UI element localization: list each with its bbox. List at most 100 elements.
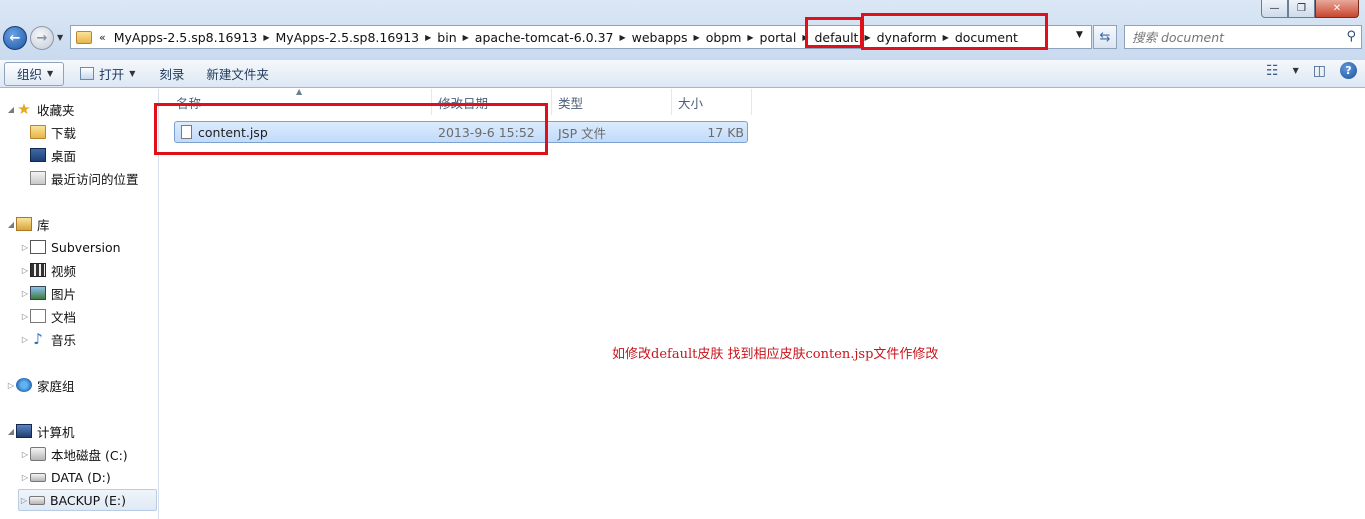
overflow-chevron-icon[interactable]: « — [96, 31, 109, 44]
sidebar-item-label: 视频 — [51, 263, 77, 279]
refresh-button[interactable]: ⇆ — [1093, 25, 1117, 49]
minimize-button[interactable]: — — [1261, 0, 1288, 18]
expand-arrow-icon[interactable]: ▷ — [19, 496, 29, 505]
command-bar: 组织 ▼ 打开 ▼ 刻录 新建文件夹 ☷ ▼ ◫ ? — [0, 60, 1365, 88]
breadcrumb-separator-icon[interactable]: ▶ — [424, 33, 432, 42]
sidebar-item-libraries[interactable]: ◢ 库 — [6, 213, 50, 235]
collapse-arrow-icon[interactable]: ◢ — [6, 105, 16, 114]
video-icon — [30, 263, 46, 277]
sidebar-item-label: BACKUP (E:) — [50, 492, 127, 508]
back-button[interactable]: ← — [3, 26, 27, 50]
sidebar-item-music[interactable]: ▷ ♪ 音乐 — [20, 328, 76, 350]
view-options-icon[interactable]: ☷ — [1266, 63, 1279, 79]
breadcrumb-item[interactable]: bin — [432, 30, 461, 45]
sidebar-item-label: 库 — [37, 217, 50, 233]
search-input[interactable] — [1132, 29, 1332, 45]
drive-icon — [30, 472, 46, 482]
expand-arrow-icon[interactable]: ▷ — [20, 312, 30, 321]
star-icon: ★ — [17, 100, 31, 118]
expand-arrow-icon[interactable]: ▷ — [20, 243, 30, 252]
title-address-bar: — ❐ ✕ ← → ▼ « MyApps-2.5.sp8.16913 ▶ MyA… — [0, 0, 1365, 60]
chevron-down-icon: ▼ — [129, 69, 136, 78]
sidebar-item-drive-c[interactable]: ▷ 本地磁盘 (C:) — [20, 443, 128, 465]
breadcrumb-item[interactable]: obpm — [701, 30, 747, 45]
breadcrumb-separator-icon[interactable]: ▶ — [262, 33, 270, 42]
sidebar-item-pictures[interactable]: ▷ 图片 — [20, 282, 76, 304]
highlight-box-file — [154, 103, 548, 155]
collapse-arrow-icon[interactable]: ◢ — [6, 220, 16, 229]
sidebar-item-downloads[interactable]: 下载 — [30, 121, 76, 143]
expand-arrow-icon[interactable]: ▷ — [20, 335, 30, 344]
column-header-type[interactable]: 类型 — [552, 89, 672, 115]
computer-icon — [16, 424, 32, 438]
address-dropdown-icon[interactable]: ▼ — [1076, 30, 1083, 40]
sidebar-item-label: 音乐 — [51, 332, 77, 348]
chevron-down-icon[interactable]: ▼ — [1293, 66, 1299, 75]
search-icon[interactable]: ⚲ — [1346, 29, 1356, 44]
homegroup-icon — [16, 378, 32, 392]
sidebar-item-drive-e[interactable]: ▷ BACKUP (E:) — [18, 489, 157, 511]
highlight-box-default — [805, 17, 863, 48]
system-drive-icon — [30, 447, 46, 461]
sidebar-item-subversion[interactable]: ▷ Subversion — [20, 236, 121, 258]
breadcrumb-item[interactable]: apache-tomcat-6.0.37 — [470, 30, 619, 45]
recent-pages-dropdown-icon[interactable]: ▼ — [57, 33, 63, 42]
expand-arrow-icon[interactable]: ▷ — [20, 473, 30, 482]
sidebar-item-homegroup[interactable]: ▷ 家庭组 — [6, 374, 75, 396]
folder-icon — [76, 30, 92, 44]
documents-icon — [30, 309, 46, 323]
organize-button[interactable]: 组织 ▼ — [4, 61, 65, 86]
maximize-button[interactable]: ❐ — [1288, 0, 1315, 18]
burn-button[interactable]: 刻录 — [151, 62, 192, 86]
sort-ascending-icon: ▲ — [296, 87, 303, 96]
window-controls: — ❐ ✕ — [1261, 0, 1359, 20]
expand-arrow-icon[interactable]: ▷ — [20, 450, 30, 459]
forward-button[interactable]: → — [30, 26, 54, 50]
sidebar-item-favorites[interactable]: ◢ ★ 收藏夹 — [6, 98, 75, 120]
back-arrow-icon: ← — [9, 30, 21, 46]
sidebar-item-desktop[interactable]: 桌面 — [30, 144, 76, 166]
sidebar-item-label: 本地磁盘 (C:) — [51, 447, 128, 463]
desktop-icon — [30, 148, 46, 162]
new-folder-button[interactable]: 新建文件夹 — [198, 62, 277, 86]
sidebar-item-label: DATA (D:) — [51, 469, 111, 485]
open-button[interactable]: 打开 ▼ — [72, 62, 143, 86]
search-box[interactable]: ⚲ — [1124, 25, 1362, 49]
breadcrumb-separator-icon[interactable]: ▶ — [618, 33, 626, 42]
sidebar-item-drive-d[interactable]: ▷ DATA (D:) — [20, 466, 111, 488]
drive-icon — [29, 495, 45, 505]
sidebar-item-label: 家庭组 — [37, 378, 75, 394]
column-header-size[interactable]: 大小 — [672, 89, 752, 115]
sidebar-item-documents[interactable]: ▷ 文档 — [20, 305, 76, 327]
breadcrumb-item[interactable]: MyApps-2.5.sp8.16913 — [109, 30, 263, 45]
forward-arrow-icon: → — [36, 30, 48, 46]
breadcrumb-item[interactable]: portal — [755, 30, 802, 45]
sidebar-item-label: 计算机 — [37, 424, 75, 440]
breadcrumb-separator-icon[interactable]: ▶ — [746, 33, 754, 42]
breadcrumb-separator-icon[interactable]: ▶ — [462, 33, 470, 42]
annotation-text: 如修改default皮肤 找到相应皮肤conten.jsp文件作修改 — [612, 347, 939, 362]
sidebar-item-computer[interactable]: ◢ 计算机 — [6, 420, 75, 442]
breadcrumb-item[interactable]: webapps — [627, 30, 693, 45]
expand-arrow-icon[interactable]: ▷ — [6, 381, 16, 390]
breadcrumb-item[interactable]: MyApps-2.5.sp8.16913 — [271, 30, 425, 45]
sidebar-item-videos[interactable]: ▷ 视频 — [20, 259, 76, 281]
preview-pane-icon[interactable]: ◫ — [1313, 63, 1326, 79]
open-icon — [80, 67, 95, 80]
expand-arrow-icon[interactable]: ▷ — [20, 289, 30, 298]
breadcrumb-separator-icon[interactable]: ▶ — [693, 33, 701, 42]
music-icon: ♪ — [33, 330, 43, 348]
sidebar-item-recent[interactable]: 最近访问的位置 — [30, 167, 139, 189]
open-label: 打开 — [99, 67, 125, 82]
collapse-arrow-icon[interactable]: ◢ — [6, 427, 16, 436]
close-button[interactable]: ✕ — [1315, 0, 1359, 18]
expand-arrow-icon[interactable]: ▷ — [20, 266, 30, 275]
help-icon[interactable]: ? — [1340, 62, 1357, 79]
sidebar-item-label: Subversion — [51, 239, 121, 255]
chevron-down-icon: ▼ — [47, 69, 54, 78]
navigation-pane: ◢ ★ 收藏夹 下载 桌面 最近访问的位置 ◢ 库 ▷ Subversion ▷… — [0, 89, 159, 519]
sidebar-item-label: 文档 — [51, 309, 77, 325]
library-icon — [16, 217, 32, 231]
downloads-folder-icon — [30, 125, 46, 139]
file-size: 17 KB — [707, 124, 744, 140]
